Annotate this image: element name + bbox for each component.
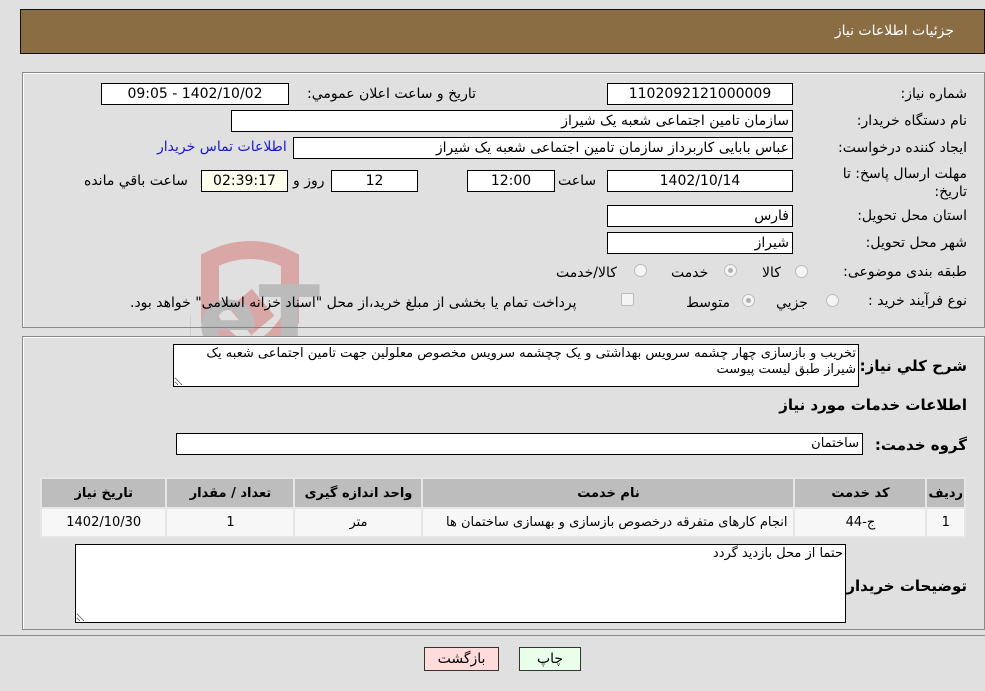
announce-datetime-label: تاریخ و ساعت اعلان عمومي:: [307, 86, 476, 102]
treasury-note: پرداخت تمام یا بخشی از مبلغ خرید،از محل …: [130, 295, 577, 311]
deadline-date-field: 1402/10/14: [607, 170, 793, 192]
category-radio-goods-service[interactable]: [634, 264, 647, 277]
divider: [0, 635, 985, 636]
deadline-time-field: 12:00: [467, 170, 555, 192]
cell-date: 1402/10/30: [39, 507, 168, 538]
deadline-label: مهلت ارسال پاسخ: تا تاریخ:: [842, 166, 967, 200]
city-label: شهر محل تحویل:: [865, 235, 967, 251]
city-field: شیراز: [607, 232, 793, 254]
buyer-org-field: سازمان تامین اجتماعی شعبه یک شیراز: [231, 110, 793, 132]
page-header: جزئیات اطلاعات نیاز: [20, 9, 985, 54]
cell-qty: 1: [165, 507, 296, 538]
page-title: جزئیات اطلاعات نیاز: [834, 23, 954, 39]
cell-code: ج-44: [793, 507, 928, 538]
col-code-header: کد خدمت: [793, 477, 928, 509]
purchase-type-label: نوع فرآیند خرید :: [868, 293, 967, 309]
deadline-days-label: روز و: [293, 173, 325, 189]
province-field: فارس: [607, 205, 793, 227]
need-number-field: 1102092121000009: [607, 83, 793, 105]
category-option-goods: کالا: [762, 265, 781, 281]
province-label: استان محل تحویل:: [857, 208, 967, 224]
service-group-field: ساختمان: [176, 433, 863, 455]
col-qty-header: تعداد / مقدار: [165, 477, 296, 509]
col-row-header: ردیف: [925, 477, 966, 509]
description-label: شرح كلي نياز:: [859, 357, 967, 375]
col-name-header: نام خدمت: [421, 477, 796, 509]
buyer-contact-link[interactable]: اطلاعات تماس خریدار: [157, 139, 287, 155]
col-unit-header: واحد اندازه گیری: [293, 477, 424, 509]
remaining-time-label: ساعت باقي مانده: [84, 173, 188, 189]
description-textarea[interactable]: تخریب و بازسازی چهار چشمه سرویس بهداشتی …: [173, 344, 859, 387]
table-row: 1 ج-44 انجام کارهای متفرقه درخصوص بازساز…: [39, 507, 966, 538]
table-header-row: ردیف کد خدمت نام خدمت واحد اندازه گیری ت…: [39, 477, 966, 509]
col-date-header: تاریخ نیاز: [39, 477, 168, 509]
deadline-time-label: ساعت: [558, 173, 597, 189]
services-heading: اطلاعات خدمات مورد نياز: [779, 396, 967, 414]
purchase-option-medium: متوسط: [686, 295, 730, 311]
cell-name: انجام کارهای متفرقه درخصوص بازسازی و بهس…: [421, 507, 796, 538]
buyer-notes-label: توضیحات خریدار:: [840, 577, 967, 595]
services-table: ردیف کد خدمت نام خدمت واحد اندازه گیری ت…: [39, 477, 966, 538]
deadline-days-field: 12: [331, 170, 418, 192]
cell-unit: متر: [293, 507, 424, 538]
purchase-radio-minor[interactable]: [826, 294, 839, 307]
category-radio-service[interactable]: [724, 264, 737, 277]
requester-field: عباس بابایی کاربرداز سازمان تامین اجتماع…: [293, 137, 793, 159]
category-option-service: خدمت: [671, 265, 709, 281]
treasury-checkbox[interactable]: [621, 293, 634, 306]
buyer-org-label: نام دستگاه خریدار:: [856, 113, 967, 129]
need-number-label: شماره نیاز:: [900, 86, 968, 102]
category-radio-goods[interactable]: [795, 265, 808, 278]
buyer-notes-textarea[interactable]: حتما از محل بازدید گردد: [75, 544, 846, 623]
announce-datetime-field: 1402/10/02 - 09:05: [101, 83, 289, 105]
service-group-label: گروه خدمت:: [874, 436, 967, 454]
category-option-goods-service: کالا/خدمت: [556, 265, 617, 281]
print-button[interactable]: چاپ: [519, 647, 581, 671]
requester-label: ایجاد کننده درخواست:: [838, 140, 967, 156]
purchase-option-minor: جزیي: [776, 295, 808, 311]
back-button[interactable]: بازگشت: [424, 647, 499, 671]
category-label: طبقه بندی موضوعی:: [843, 264, 967, 280]
purchase-radio-medium[interactable]: [742, 294, 755, 307]
remaining-time-field: 02:39:17: [201, 170, 288, 192]
cell-row: 1: [925, 507, 966, 538]
